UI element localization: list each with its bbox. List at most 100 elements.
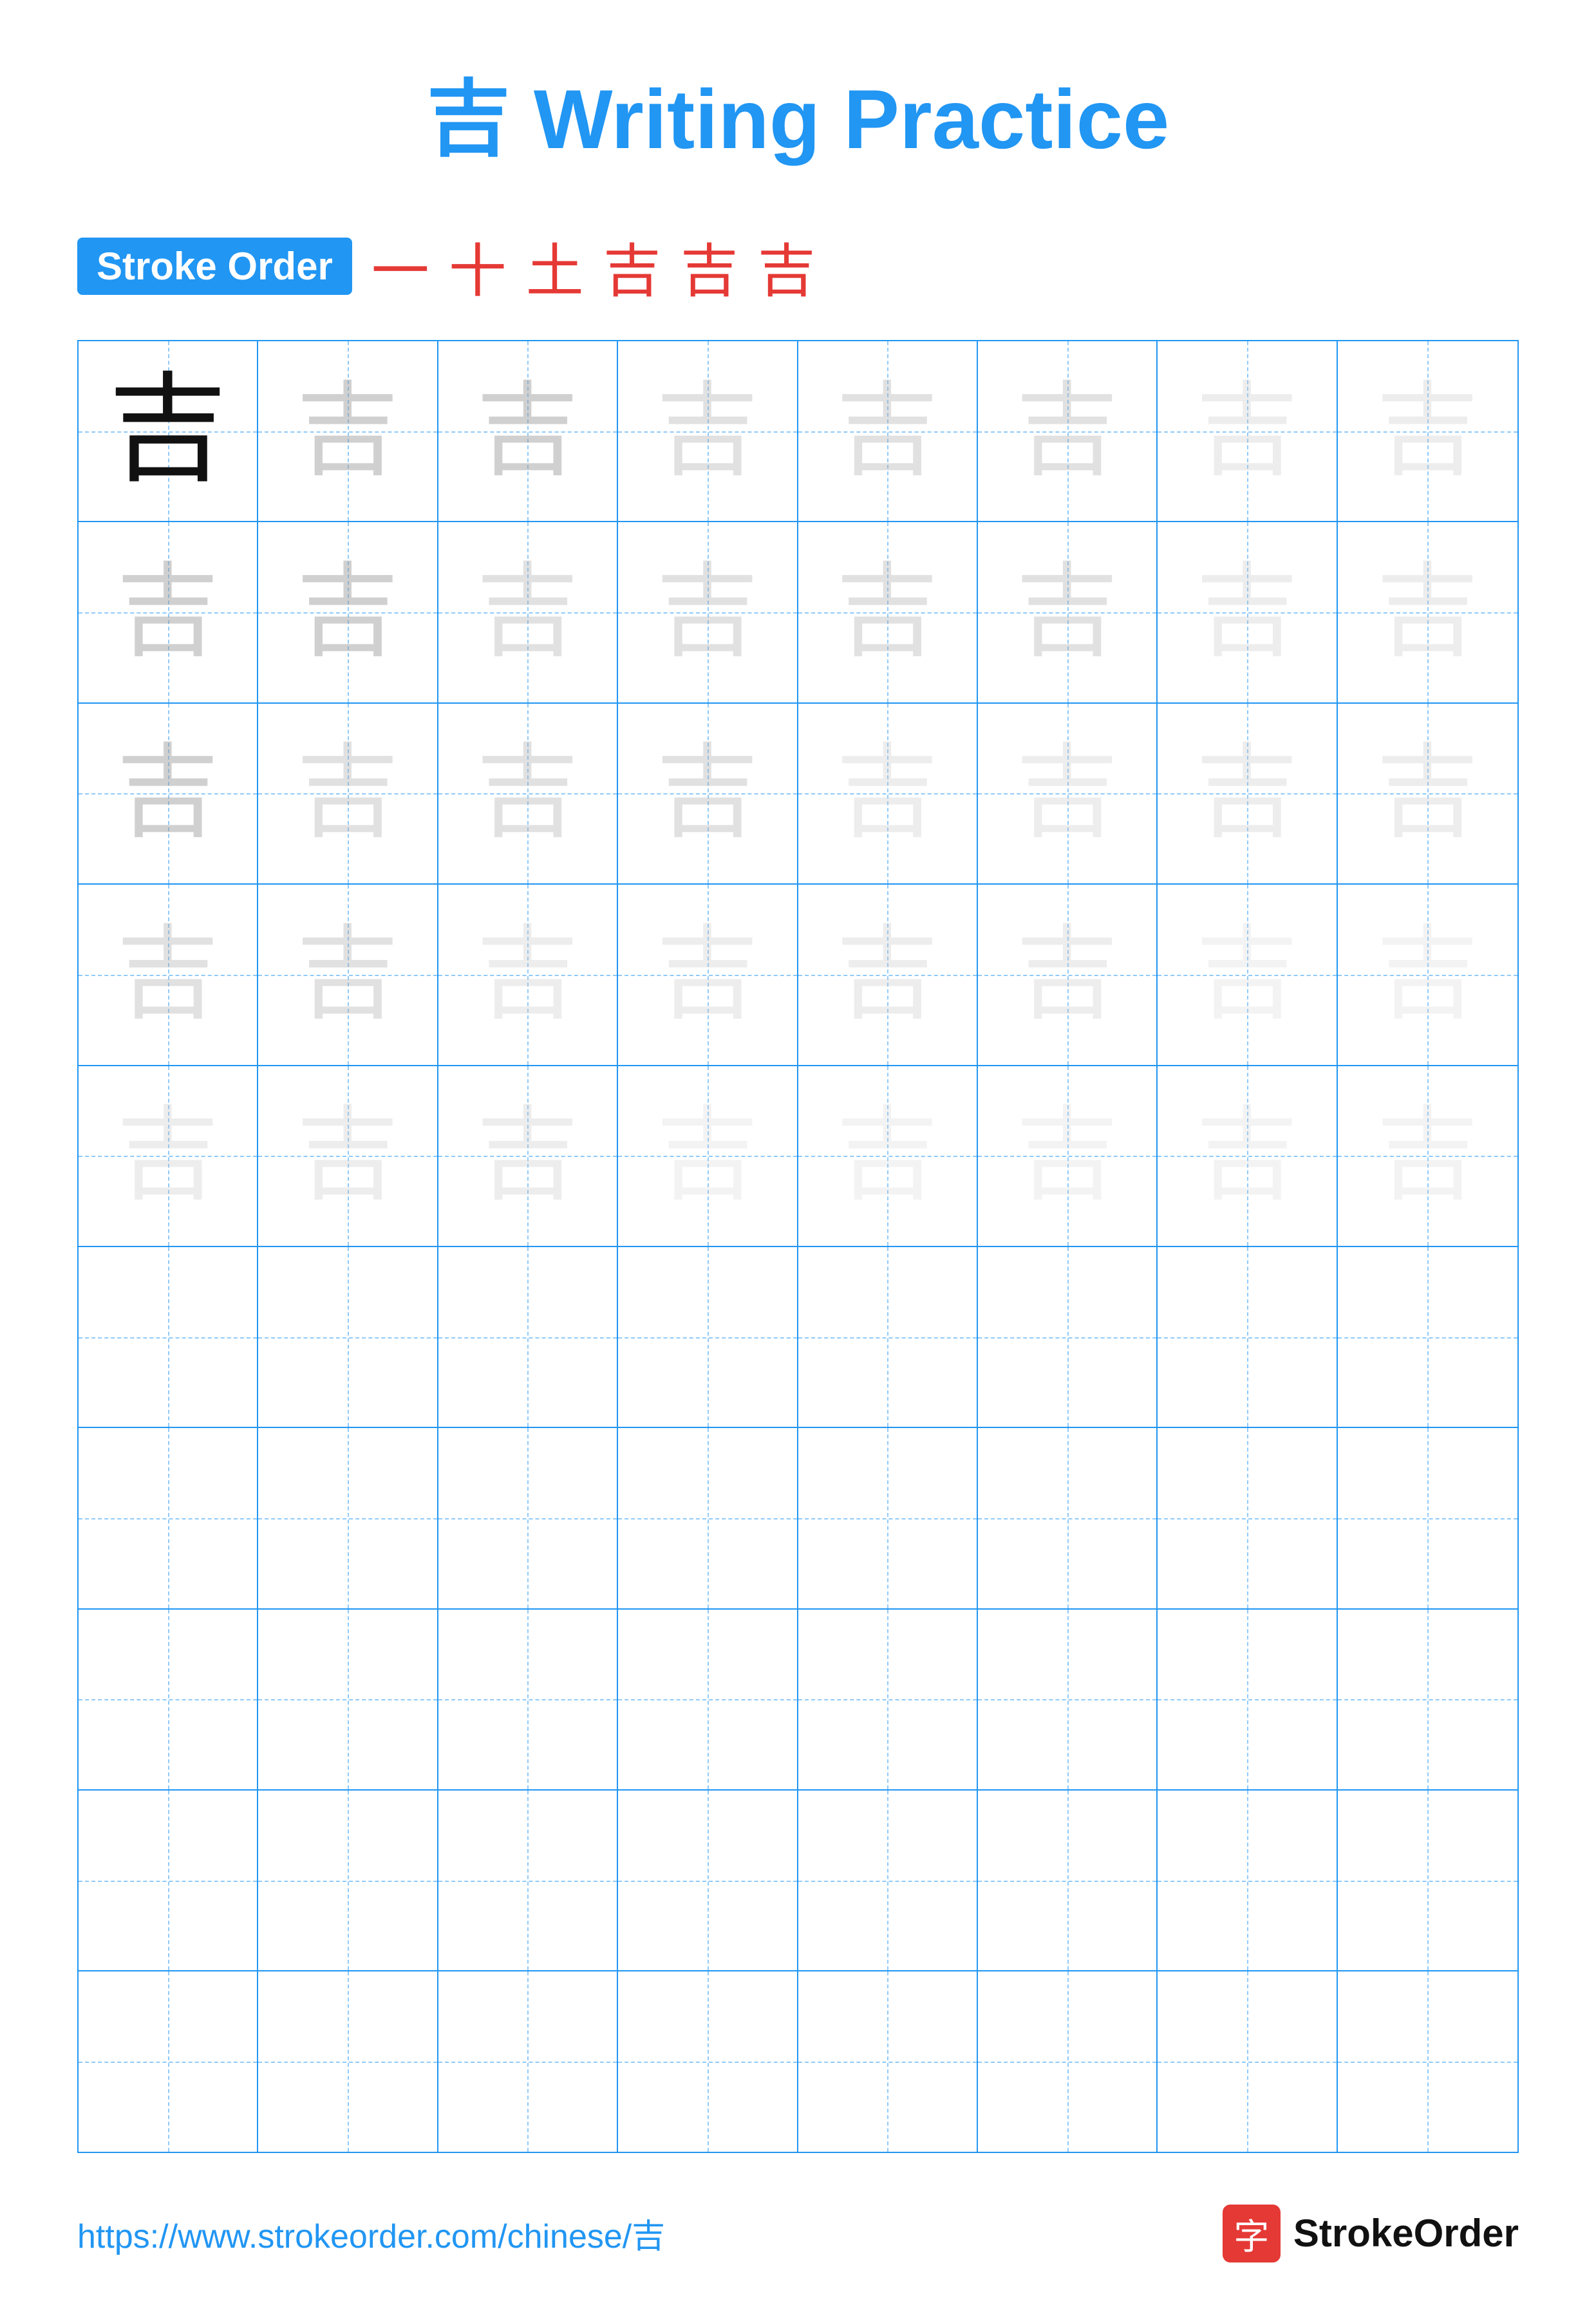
grid-cell: 吉: [438, 704, 618, 883]
character-guide: 吉: [476, 1104, 579, 1207]
character-guide: 吉: [1376, 923, 1479, 1026]
stroke-6: 吉: [758, 224, 816, 308]
grid-cell: 吉: [79, 704, 258, 883]
grid-cell: [438, 1247, 618, 1427]
grid-cell: [79, 1428, 258, 1608]
grid-cell: 吉: [258, 522, 438, 702]
character-guide: 吉: [1016, 742, 1119, 845]
grid-cell: [438, 1610, 618, 1789]
grid-row: 吉 吉 吉 吉 吉 吉 吉 吉: [79, 341, 1517, 522]
character-guide: 吉: [1016, 1104, 1119, 1207]
character-guide: 吉: [1196, 742, 1299, 845]
character-guide: 吉: [117, 561, 220, 664]
grid-cell: [258, 1610, 438, 1789]
brand-name: StrokeOrder: [1293, 2211, 1519, 2255]
grid-cell: [258, 1247, 438, 1427]
grid-cell: [978, 1247, 1158, 1427]
stroke-4: 吉: [603, 224, 661, 308]
stroke-3: 土: [526, 224, 584, 308]
character-guide: 吉: [1196, 923, 1299, 1026]
grid-cell: 吉: [1338, 341, 1517, 521]
character-guide: 吉: [296, 561, 399, 664]
character-guide: 吉: [836, 923, 939, 1026]
grid-row: 吉 吉 吉 吉 吉 吉 吉 吉: [79, 885, 1517, 1066]
footer: https://www.strokeorder.com/chinese/吉 字 …: [77, 2153, 1519, 2262]
grid-cell: [798, 1610, 978, 1789]
grid-cell: 吉: [618, 885, 798, 1064]
character-guide: 吉: [1376, 561, 1479, 664]
stroke-2: 十: [449, 224, 507, 308]
grid-cell: 吉: [798, 522, 978, 702]
footer-url[interactable]: https://www.strokeorder.com/chinese/吉: [77, 2209, 665, 2257]
stroke-order-chars: 一 十 土 吉 吉 吉: [371, 224, 816, 308]
grid-cell: 吉: [618, 1066, 798, 1246]
grid-cell: [798, 1247, 978, 1427]
grid-cell: [258, 1971, 438, 2151]
grid-cell: 吉: [1158, 341, 1337, 521]
character-guide: 吉: [476, 742, 579, 845]
grid-cell: [978, 1428, 1158, 1608]
character-dark: 吉: [108, 372, 227, 491]
grid-cell: [618, 1428, 798, 1608]
grid-cell: [79, 1971, 258, 2151]
grid-cell: [1158, 1247, 1337, 1427]
grid-cell: 吉: [978, 704, 1158, 883]
grid-cell: 吉: [79, 1066, 258, 1246]
character-guide: 吉: [656, 1104, 759, 1207]
grid-row: 吉 吉 吉 吉 吉 吉 吉 吉: [79, 704, 1517, 885]
character-guide: 吉: [836, 561, 939, 664]
grid-cell: [79, 1247, 258, 1427]
grid-cell: [1338, 1428, 1517, 1608]
grid-cell: 吉: [1338, 704, 1517, 883]
character-guide: 吉: [656, 742, 759, 845]
grid-cell: 吉: [1158, 1066, 1337, 1246]
grid-cell: [1338, 1610, 1517, 1789]
character-guide: 吉: [296, 380, 399, 483]
grid-cell: 吉: [79, 522, 258, 702]
grid-cell: 吉: [978, 341, 1158, 521]
grid-cell: [1338, 1791, 1517, 1970]
character-guide: 吉: [1376, 742, 1479, 845]
character-guide: 吉: [1016, 380, 1119, 483]
grid-cell: 吉: [798, 341, 978, 521]
character-guide: 吉: [836, 1104, 939, 1207]
character-guide: 吉: [656, 380, 759, 483]
character-guide: 吉: [1016, 923, 1119, 1026]
grid-cell: 吉: [258, 341, 438, 521]
grid-cell: [79, 1791, 258, 1970]
grid-cell: 吉: [798, 885, 978, 1064]
grid-cell: 吉: [438, 341, 618, 521]
grid-cell: 吉: [1338, 522, 1517, 702]
character-guide: 吉: [836, 380, 939, 483]
grid-cell: 吉: [618, 704, 798, 883]
grid-cell: [438, 1791, 618, 1970]
stroke-order-row: Stroke Order 一 十 土 吉 吉 吉: [77, 224, 1519, 308]
grid-row: 吉 吉 吉 吉 吉 吉 吉 吉: [79, 1066, 1517, 1247]
character-guide: 吉: [476, 561, 579, 664]
grid-cell: 吉: [1158, 704, 1337, 883]
grid-row: 吉 吉 吉 吉 吉 吉 吉 吉: [79, 522, 1517, 703]
grid-cell: 吉: [438, 522, 618, 702]
character-guide: 吉: [117, 742, 220, 845]
grid-cell: [798, 1428, 978, 1608]
grid-cell: 吉: [79, 885, 258, 1064]
grid-cell: 吉: [798, 1066, 978, 1246]
grid-row: [79, 1610, 1517, 1791]
grid-cell: [1158, 1791, 1337, 1970]
practice-grid: 吉 吉 吉 吉 吉 吉 吉 吉: [77, 340, 1519, 2153]
character-guide: 吉: [117, 1104, 220, 1207]
grid-cell: [1158, 1610, 1337, 1789]
grid-row: [79, 1971, 1517, 2151]
grid-cell: [978, 1610, 1158, 1789]
grid-cell: [258, 1428, 438, 1608]
grid-cell: [1338, 1247, 1517, 1427]
grid-cell: 吉: [618, 522, 798, 702]
character-guide: 吉: [1016, 561, 1119, 664]
grid-cell: [438, 1428, 618, 1608]
character-guide: 吉: [656, 561, 759, 664]
character-guide: 吉: [296, 742, 399, 845]
grid-cell: 吉: [618, 341, 798, 521]
grid-cell: 吉: [1338, 1066, 1517, 1246]
grid-cell: 吉: [1158, 522, 1337, 702]
stroke-1: 一: [371, 224, 429, 308]
